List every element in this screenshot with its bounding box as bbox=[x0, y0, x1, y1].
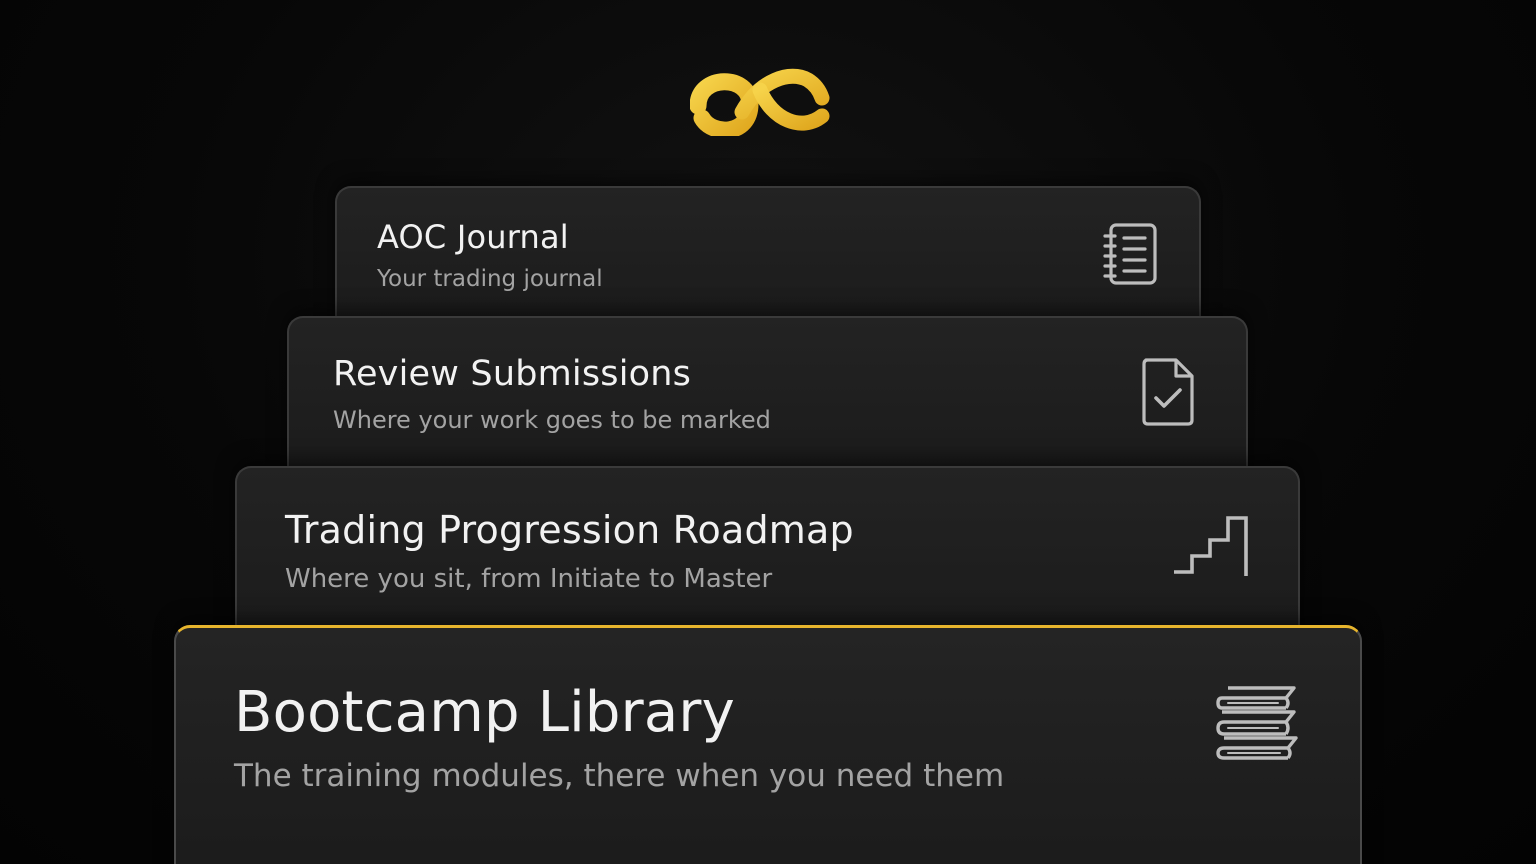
card-title: Review Submissions bbox=[333, 354, 692, 394]
notebook-icon bbox=[1103, 223, 1157, 285]
card-bootcamp-library[interactable]: Bootcamp Library The training modules, t… bbox=[174, 625, 1362, 864]
card-subtitle: Where your work goes to be marked bbox=[333, 406, 771, 434]
stairs-icon bbox=[1174, 516, 1248, 576]
document-check-icon bbox=[1142, 358, 1194, 426]
main-screen: AOC Journal Your trading journal Review … bbox=[0, 0, 1536, 864]
card-subtitle: The training modules, there when you nee… bbox=[234, 758, 1005, 794]
card-subtitle: Where you sit, from Initiate to Master bbox=[285, 564, 773, 594]
books-icon bbox=[1216, 686, 1298, 760]
card-title: Bootcamp Library bbox=[234, 680, 735, 745]
card-subtitle: Your trading journal bbox=[377, 266, 603, 292]
card-title: AOC Journal bbox=[377, 218, 569, 256]
card-title: Trading Progression Roadmap bbox=[285, 508, 854, 552]
bc-logo-icon bbox=[690, 40, 830, 136]
